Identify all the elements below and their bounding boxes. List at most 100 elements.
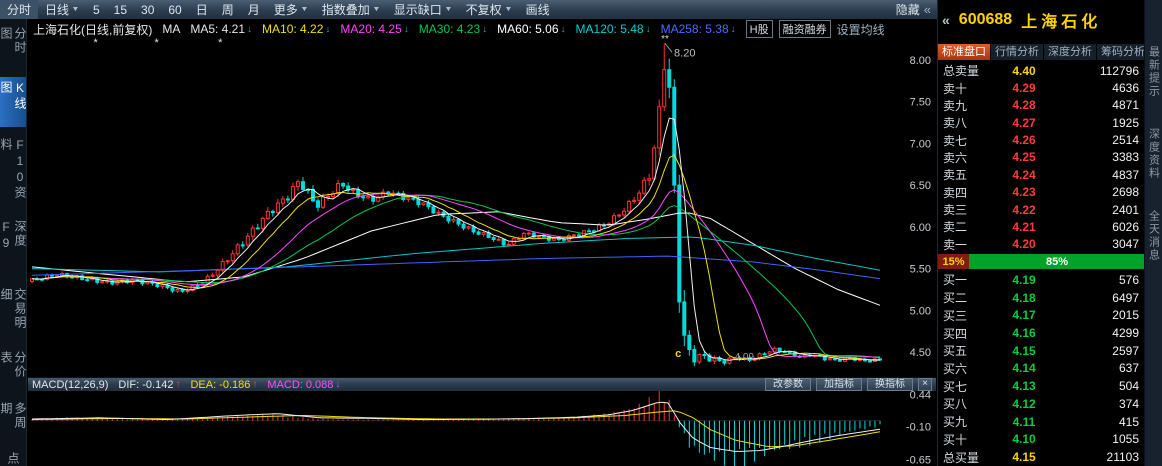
macd-value-text: DEA: -0.186 [190, 378, 251, 391]
book-row-price: 4.15 [1012, 343, 1036, 358]
book-row-price: 4.19 [1012, 272, 1036, 287]
sidebar-item-交易明细[interactable]: 交易明细 [0, 288, 26, 341]
tab-行情分析[interactable]: 行情分析 [991, 44, 1044, 60]
toolbar-item-label: 显示缺口 [393, 3, 442, 17]
badge-融资融券[interactable]: 融资融券 [778, 20, 831, 38]
toolbar-item-分时[interactable]: 分时 [0, 0, 39, 19]
back-icon[interactable]: « [942, 12, 950, 28]
ma10-line [31, 154, 881, 361]
macd-button-加指标[interactable]: 加指标 [816, 378, 862, 391]
book-row-price: 4.21 [1012, 219, 1036, 234]
sidebar-item-深度F9[interactable]: 深度F9 [0, 220, 26, 276]
toolbar-item-日线[interactable]: 日线 ▼ [38, 0, 86, 19]
book-row-卖二[interactable]: 卖二 4.21 6026 [938, 218, 1145, 235]
tab-标准盘口[interactable]: 标准盘口 [938, 44, 991, 60]
macd-header-bar: MACD(12,26,9) DIF: -0.142 ↑ DEA: -0.186 ↑ MA… [28, 377, 936, 391]
price-axis-tick: 6.50 [910, 180, 931, 192]
sidebar-item-F10资料[interactable]: F10资料 [0, 138, 26, 209]
book-row-买二[interactable]: 买二 4.18 6497 [938, 289, 1145, 307]
ex-dividend-marker: * [218, 37, 223, 49]
ex-dividend-marker: * [155, 37, 160, 49]
book-row-volume: 3047 [1112, 237, 1139, 252]
toolbar-item-label: 15 [113, 2, 128, 17]
hide-panel-button[interactable]: 隐藏 « [896, 1, 931, 18]
book-row-label: 买七 [943, 379, 968, 394]
book-row-volume: 4871 [1112, 98, 1139, 113]
macd-axis-tick: -0.65 [906, 454, 931, 466]
book-row-卖七[interactable]: 卖七 4.26 2514 [938, 131, 1145, 148]
strip-tab-全天消息[interactable]: 全天消息 [1146, 210, 1162, 262]
price-axis-tick: 7.00 [910, 138, 931, 150]
price-axis-tick: 5.50 [910, 264, 931, 276]
book-row-买十[interactable]: 买十 4.10 1055 [938, 431, 1145, 449]
sidebar-item-分价表[interactable]: 分价表 [0, 351, 26, 390]
toolbar-item-label: 5 [92, 2, 100, 17]
book-row-买六[interactable]: 买六 4.14 637 [938, 360, 1145, 378]
sidebar-item-分时图[interactable]: 分时图 [0, 27, 26, 66]
book-row-总卖量[interactable]: 总卖量 4.40 112796 [938, 62, 1145, 79]
toolbar-item-label: 画线 [525, 3, 550, 17]
book-row-买五[interactable]: 买五 4.15 2597 [938, 342, 1145, 360]
toolbar-item-日[interactable]: 日 [189, 0, 215, 19]
book-row-卖一[interactable]: 卖一 4.20 3047 [938, 236, 1145, 253]
stock-name: 上海石化 [1021, 14, 1102, 31]
book-row-买三[interactable]: 买三 4.17 2015 [938, 306, 1145, 324]
toolbar-item-指数叠加[interactable]: 指数叠加 ▼ [315, 0, 387, 19]
toolbar-item-周[interactable]: 周 [215, 0, 241, 19]
sidebar-item-点[interactable]: 点 [6, 452, 20, 466]
macd-chart[interactable]: 0.44 -0.10 -0.65 [28, 391, 936, 466]
toolbar-items: 分时 日线 ▼ 5 15 30 60 日周月更多 ▼ 指数叠加 ▼ 显示缺口 ▼ 不复权 ▼ 画线 [0, 0, 557, 19]
book-row-volume: 4636 [1112, 81, 1139, 96]
tab-深度分析[interactable]: 深度分析 [1044, 44, 1097, 60]
book-row-卖五[interactable]: 卖五 4.24 4837 [938, 166, 1145, 183]
book-row-买四[interactable]: 买四 4.16 4299 [938, 324, 1145, 342]
book-row-volume: 2698 [1112, 185, 1139, 200]
badge-H股[interactable]: H股 [745, 20, 773, 38]
book-row-price: 4.14 [1012, 361, 1036, 376]
book-row-总买量[interactable]: 总买量 4.15 21103 [938, 448, 1145, 466]
book-row-price: 4.16 [1012, 326, 1036, 341]
book-row-卖九[interactable]: 卖九 4.28 4871 [938, 97, 1145, 114]
book-row-price: 4.12 [1012, 396, 1036, 411]
book-row-volume: 415 [1118, 414, 1139, 429]
macd-button-改参数[interactable]: 改参数 [765, 378, 811, 391]
toolbar-item-30[interactable]: 30 [134, 0, 161, 19]
strip-tab-最新提示[interactable]: 最新提示 [1146, 46, 1162, 98]
strip-tab-深度资料[interactable]: 深度资料 [1146, 128, 1162, 180]
macd-button-换指标[interactable]: 换指标 [867, 378, 913, 391]
toolbar-item-不复权[interactable]: 不复权 ▼ [459, 0, 519, 19]
book-row-volume: 2401 [1112, 202, 1139, 217]
book-row-price: 4.40 [1012, 63, 1036, 78]
book-row-volume: 2015 [1112, 308, 1139, 323]
book-row-卖八[interactable]: 卖八 4.27 1925 [938, 114, 1145, 131]
toolbar-item-60[interactable]: 60 [161, 0, 188, 19]
book-row-买八[interactable]: 买八 4.12 374 [938, 395, 1145, 413]
toolbar-item-5[interactable]: 5 [86, 0, 107, 19]
sidebar-item-K线图[interactable]: K线图 [0, 77, 26, 127]
ma-settings-button[interactable]: 设置均线 [837, 21, 885, 38]
toolbar-item-画线[interactable]: 画线 [519, 0, 557, 19]
macd-values: DIF: -0.142 ↑ DEA: -0.186 ↑ MACD: 0.088 ↓ [108, 379, 340, 391]
book-row-买九[interactable]: 买九 4.11 415 [938, 413, 1145, 431]
book-row-label: 卖五 [943, 168, 968, 183]
toolbar-item-更多[interactable]: 更多 ▼ [267, 0, 315, 19]
book-row-卖六[interactable]: 卖六 4.25 3383 [938, 149, 1145, 166]
book-row-卖四[interactable]: 卖四 4.23 2698 [938, 184, 1145, 201]
tab-筹码分析[interactable]: 筹码分析 [1097, 44, 1145, 60]
toolbar-item-月[interactable]: 月 [241, 0, 267, 19]
book-row-卖十[interactable]: 卖十 4.29 4636 [938, 79, 1145, 96]
book-row-label: 买四 [943, 326, 968, 341]
book-row-卖三[interactable]: 卖三 4.22 2401 [938, 201, 1145, 218]
toolbar-item-显示缺口[interactable]: 显示缺口 ▼ [387, 0, 459, 19]
toolbar-item-15[interactable]: 15 [107, 0, 134, 19]
close-icon[interactable]: × [918, 378, 932, 391]
book-row-price: 4.17 [1012, 308, 1036, 323]
kline-chart[interactable]: 8.007.507.006.506.005.505.004.50* * * **8.2… [28, 19, 936, 377]
book-row-price: 4.13 [1012, 379, 1036, 394]
book-row-买一[interactable]: 买一 4.19 576 [938, 271, 1145, 289]
ma120-line [31, 236, 881, 273]
bid-ratio: 15% [938, 254, 970, 269]
sidebar-item-多周期[interactable]: 多周期 [0, 402, 26, 441]
ma5-line [31, 117, 881, 361]
book-row-买七[interactable]: 买七 4.13 504 [938, 377, 1145, 395]
